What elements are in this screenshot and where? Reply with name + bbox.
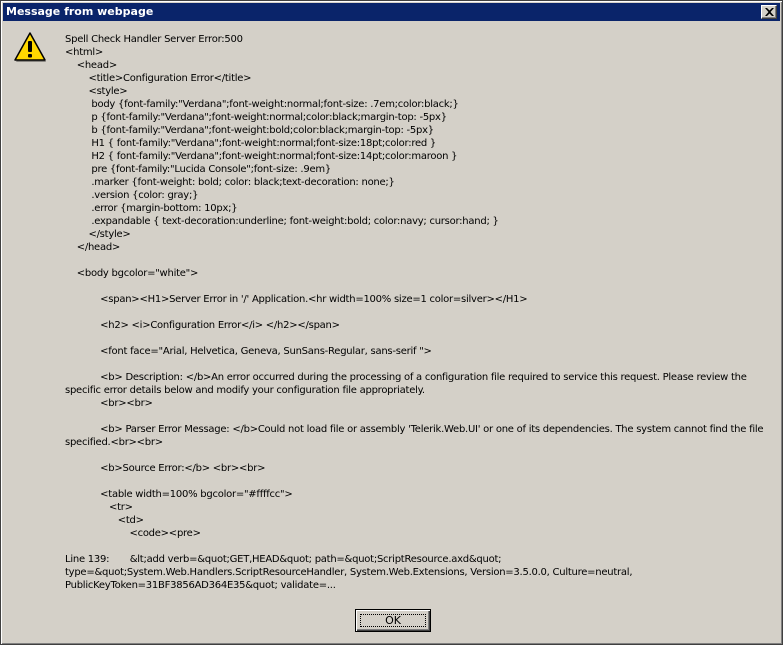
dialog-title: Message from webpage — [6, 5, 154, 18]
ok-button[interactable]: OK — [355, 609, 431, 632]
warning-icon — [14, 32, 46, 62]
message-dialog: Message from webpage Spell Check Handler… — [0, 0, 783, 645]
close-icon — [765, 8, 774, 16]
error-message-text: Spell Check Handler Server Error:500 <ht… — [65, 34, 764, 591]
ok-button-label: OK — [385, 614, 401, 627]
title-bar[interactable]: Message from webpage — [3, 3, 780, 21]
close-button[interactable] — [761, 5, 777, 19]
